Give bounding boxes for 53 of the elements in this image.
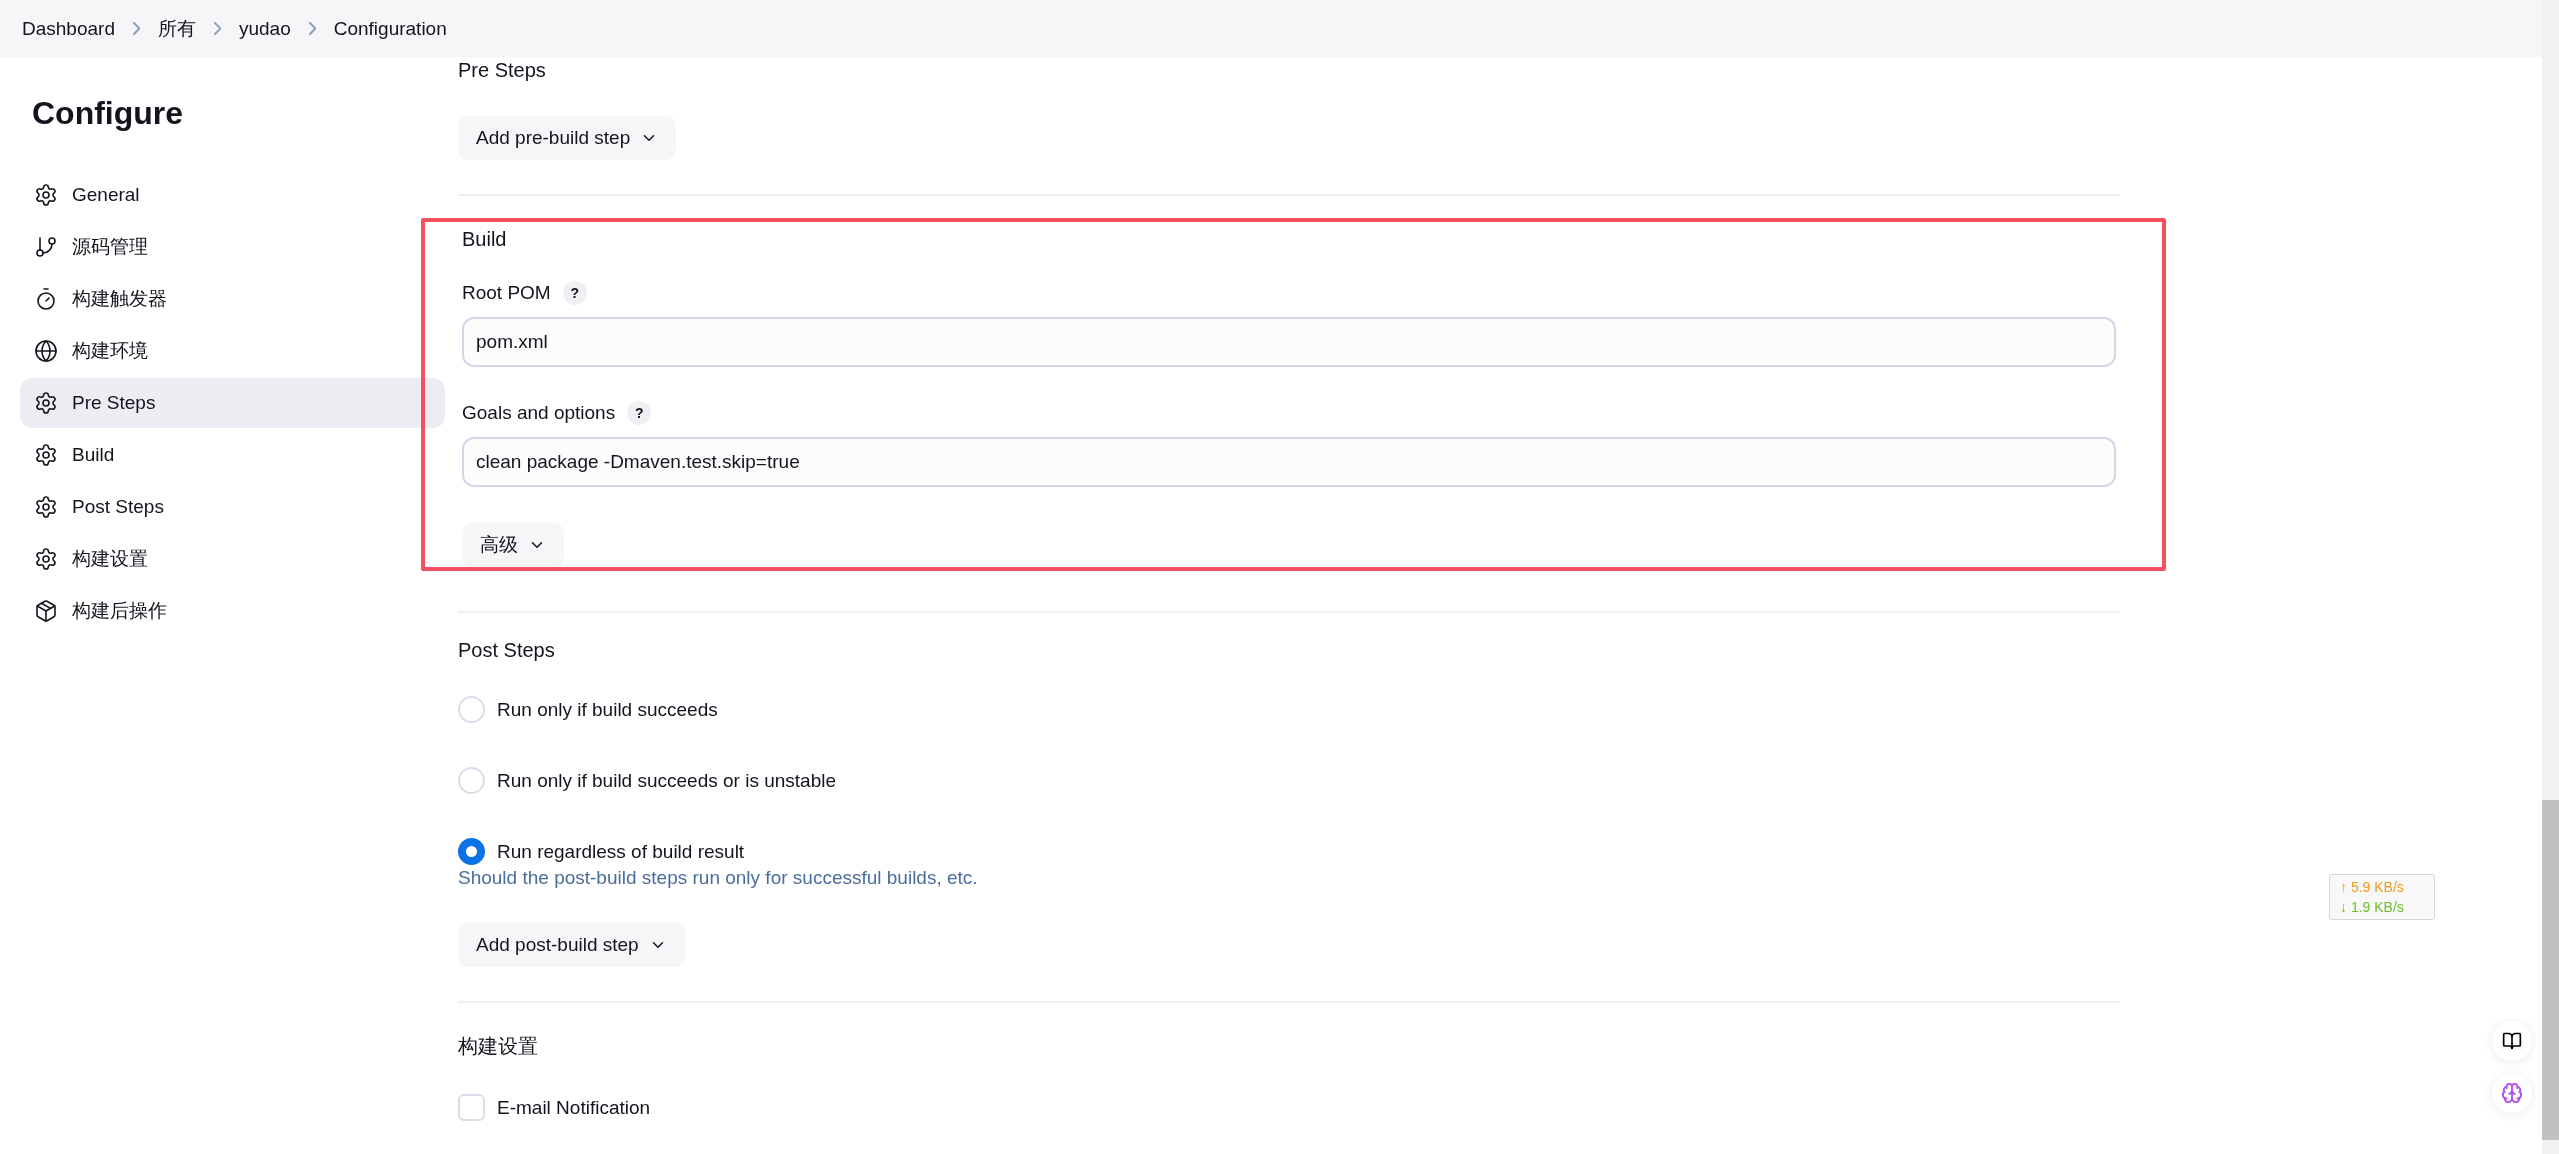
help-button[interactable]: ? xyxy=(562,281,587,305)
gear-icon xyxy=(34,391,58,415)
timer-icon xyxy=(34,287,58,311)
radio-label: Run only if build succeeds or is unstable xyxy=(497,769,837,792)
sidebar-item[interactable]: 构建环境 xyxy=(20,326,445,376)
package-icon xyxy=(34,599,58,623)
add-pre-build-step-button[interactable]: Add pre-build step xyxy=(458,116,677,160)
page-title: Configure xyxy=(32,95,185,132)
sidebar-item[interactable]: Post Steps xyxy=(20,482,445,532)
advanced-button[interactable]: 高级 xyxy=(462,523,564,567)
radio-label: Run regardless of build result xyxy=(497,840,745,863)
radio-label: Run only if build succeeds xyxy=(497,698,718,721)
radio-button[interactable] xyxy=(458,838,485,865)
text-field[interactable]: clean package -Dmaven.test.skip=true xyxy=(462,437,2116,487)
sidebar-item[interactable]: Pre Steps xyxy=(20,378,445,428)
text-field[interactable]: pom.xml xyxy=(462,317,2116,367)
section-title: Build xyxy=(462,228,508,251)
sidebar-item[interactable]: 构建触发器 xyxy=(20,274,445,324)
gear-icon xyxy=(34,183,58,207)
section-title: Pre Steps xyxy=(458,59,547,82)
breadcrumb-link[interactable]: yudao xyxy=(238,17,291,40)
section-title: 构建设置 xyxy=(458,1034,538,1059)
chevron-right-icon xyxy=(132,22,140,35)
chevron-right-icon xyxy=(308,22,316,35)
sidebar-item[interactable]: 构建后操作 xyxy=(20,586,445,636)
book-button[interactable] xyxy=(2492,1021,2532,1061)
book-icon xyxy=(2502,1031,2522,1051)
checkbox-label: E-mail Notification xyxy=(497,1096,651,1119)
brain-button[interactable] xyxy=(2492,1073,2532,1113)
brain-icon xyxy=(2501,1082,2523,1104)
sidebar-item[interactable]: General xyxy=(20,170,445,220)
breadcrumb-link[interactable]: Dashboard xyxy=(22,17,115,40)
sidebar-item[interactable]: 源码管理 xyxy=(20,222,445,272)
help-button[interactable]: ? xyxy=(627,401,652,425)
gear-icon xyxy=(34,443,58,467)
gear-icon xyxy=(34,547,58,571)
checkbox[interactable] xyxy=(458,1094,485,1121)
sidebar-item[interactable]: Build xyxy=(20,430,445,480)
field-label: Root POM xyxy=(462,282,551,304)
upload-speed: ↑ 5.9 KB/s xyxy=(2340,879,2405,895)
breadcrumb-link[interactable]: Configuration xyxy=(333,17,447,40)
field-label: Goals and options xyxy=(462,402,616,424)
breadcrumb-link[interactable]: 所有 xyxy=(157,15,196,42)
scrollbar-thumb[interactable] xyxy=(2542,800,2559,1140)
download-speed: ↓ 1.9 KB/s xyxy=(2340,899,2405,915)
section-title: Post Steps xyxy=(458,639,555,662)
sidebar-item[interactable]: 构建设置 xyxy=(20,534,445,584)
gear-icon xyxy=(34,495,58,519)
add-post-build-step-button[interactable]: Add post-build step xyxy=(458,923,685,967)
branch-icon xyxy=(34,235,58,259)
help-text: Should the post-build steps run only for successful builds, etc. xyxy=(458,867,978,889)
chevron-right-icon xyxy=(213,22,221,35)
globe-icon xyxy=(34,339,58,363)
